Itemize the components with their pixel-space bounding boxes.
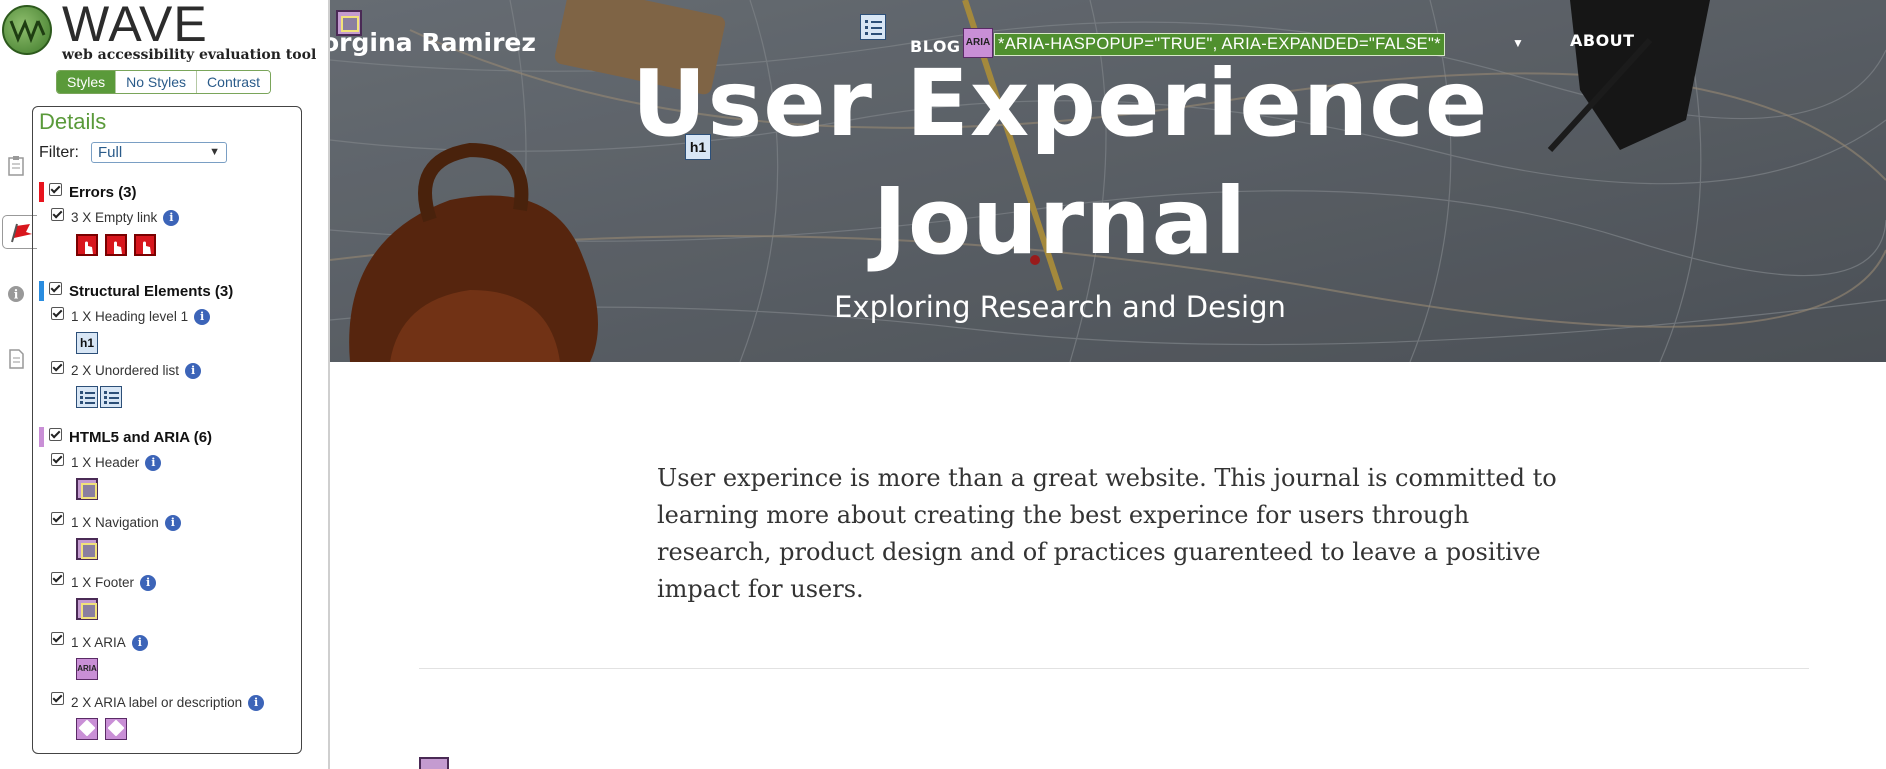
footer-icon[interactable] (76, 598, 98, 620)
info-icon[interactable]: i (194, 309, 211, 326)
html5-category-title: HTML5 and ARIA (6) (69, 429, 213, 446)
navigation-checkbox[interactable] (51, 512, 64, 525)
navigation-label: 1 X Navigation (71, 515, 159, 530)
wave-sidebar: WAVE web accessibility evaluation tool S… (0, 0, 330, 769)
filter-label: Filter: (39, 144, 79, 161)
errors-color-bar (39, 182, 44, 202)
aria-checkbox[interactable] (51, 632, 64, 645)
aria-label: 1 X ARIA (71, 635, 126, 650)
details-title: Details (39, 109, 107, 134)
wave-logo-subtitle: web accessibility evaluation tool (62, 47, 317, 63)
intro-paragraph: User experince is more than a great webs… (657, 464, 1557, 603)
hero-subtitle: Exploring Research and Design (834, 290, 1286, 324)
heading-level-1-icon[interactable]: h1 (76, 332, 98, 354)
html5-checkbox[interactable] (49, 428, 62, 441)
hero-title-line-2: Journal (872, 168, 1248, 275)
header-checkbox[interactable] (51, 453, 64, 466)
unordered-list-checkbox[interactable] (51, 361, 64, 374)
summary-tab-icon[interactable] (6, 155, 30, 179)
empty-link-label: 3 X Empty link (71, 210, 158, 225)
wave-logo-icon (2, 5, 52, 55)
aria-icon[interactable]: ARIA (76, 658, 98, 680)
structure-tab-icon[interactable] (6, 348, 30, 372)
unordered-list-icon[interactable] (76, 386, 98, 408)
unordered-list-label: 2 X Unordered list (71, 363, 180, 378)
wave-logo-text: WAVE (62, 0, 208, 52)
aria-label-description-label: 2 X ARIA label or description (71, 695, 243, 710)
heading-item: 1 X Heading level 1 i (71, 309, 211, 326)
aria-label-icon[interactable] (105, 718, 127, 740)
footer-checkbox[interactable] (51, 572, 64, 585)
chevron-down-icon: ▼ (209, 146, 220, 158)
info-icon[interactable]: i (131, 635, 148, 652)
empty-link-checkbox[interactable] (51, 208, 64, 221)
structural-category-title: Structural Elements (3) (69, 283, 234, 300)
empty-link-item: 3 X Empty link i (71, 210, 180, 227)
structural-color-bar (39, 281, 44, 301)
contrast-button[interactable]: Contrast (196, 71, 270, 93)
aria-label-item: 2 X ARIA label or description i (71, 695, 265, 712)
header-item: 1 X Header i (71, 455, 162, 472)
info-icon[interactable]: i (145, 455, 162, 472)
info-icon[interactable]: i (164, 515, 181, 532)
info-icon[interactable]: i (248, 695, 265, 712)
footer-landmark-icon[interactable] (419, 757, 449, 769)
aria-label-checkbox[interactable] (51, 692, 64, 705)
navigation-icon[interactable] (76, 538, 98, 560)
content-divider (419, 668, 1809, 669)
info-icon[interactable]: i (185, 363, 202, 380)
reference-tab-icon[interactable]: i (6, 284, 30, 308)
aria-label-icon[interactable] (76, 718, 98, 740)
errors-category-title: Errors (3) (69, 184, 137, 201)
html5-color-bar (39, 427, 44, 447)
heading-label: 1 X Heading level 1 (71, 309, 189, 324)
filter-select[interactable]: Full ▼ (91, 142, 227, 163)
info-icon[interactable]: i (140, 575, 157, 592)
errors-checkbox[interactable] (49, 183, 62, 196)
header-icon[interactable] (76, 478, 98, 500)
no-styles-button[interactable]: No Styles (115, 71, 197, 93)
svg-text:i: i (14, 288, 19, 302)
footer-item: 1 X Footer i (71, 575, 157, 592)
header-landmark-icon[interactable] (336, 10, 362, 36)
heading-checkbox[interactable] (51, 307, 64, 320)
unordered-list-item: 2 X Unordered list i (71, 363, 202, 380)
unordered-list-icon[interactable] (100, 386, 122, 408)
footer-label: 1 X Footer (71, 575, 135, 590)
structural-checkbox[interactable] (49, 282, 62, 295)
wave-logo: WAVE web accessibility evaluation tool (2, 0, 322, 63)
empty-link-error-icon[interactable] (105, 234, 127, 256)
info-icon[interactable]: i (163, 210, 180, 227)
empty-link-error-icon[interactable] (134, 234, 156, 256)
hero-header: orgina Ramirez BLOG ARIA *ARIA-HASPOPUP=… (330, 0, 1886, 362)
styles-button[interactable]: Styles (57, 71, 116, 93)
unordered-list-marker-icon[interactable] (860, 14, 886, 40)
navigation-item: 1 X Navigation i (71, 515, 181, 532)
details-panel: Details Filter: Full ▼ Errors (3) 3 X Em… (32, 106, 302, 754)
site-page: orgina Ramirez BLOG ARIA *ARIA-HASPOPUP=… (330, 0, 1886, 769)
filter-selected-value: Full (98, 144, 123, 161)
empty-link-error-icon[interactable] (76, 234, 98, 256)
view-toggle: Styles No Styles Contrast (56, 70, 271, 94)
hero-title-line-1: User Experience (631, 50, 1489, 157)
aria-item: 1 X ARIA i (71, 635, 148, 652)
header-label: 1 X Header (71, 455, 140, 470)
